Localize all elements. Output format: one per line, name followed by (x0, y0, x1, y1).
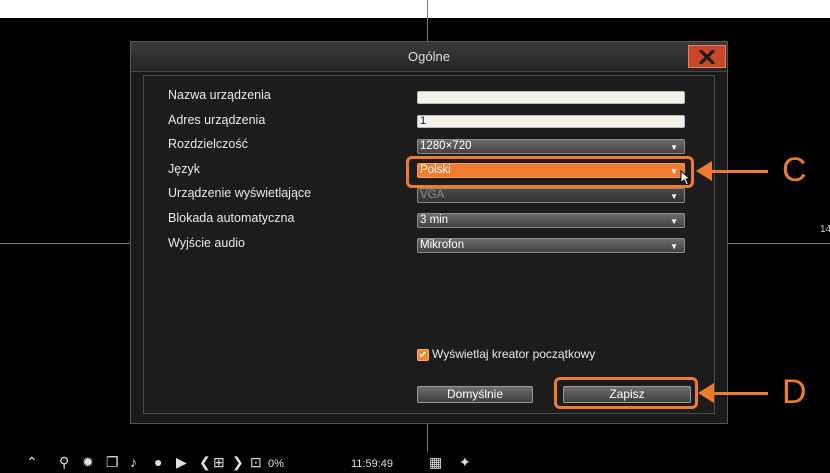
chevron-down-icon: ▼ (670, 143, 678, 152)
callout-label-c: C (782, 151, 807, 189)
chevron-down-icon: ▼ (670, 242, 678, 251)
callout-label-d: D (782, 373, 807, 411)
grid-layout-icon[interactable]: ⊞ (213, 454, 225, 470)
settings-panel: Nazwa urządzenia Adres urządzenia Rozdzi… (143, 75, 715, 414)
auto-lock-label: Blokada automatyczna (168, 211, 295, 225)
device-name-input[interactable] (417, 91, 685, 104)
display-device-select[interactable]: VGA ▼ (417, 188, 685, 203)
startup-wizard-label: Wyświetlaj kreator początkowy (432, 347, 596, 361)
user-icon[interactable]: ⚲ (59, 454, 69, 470)
audio-output-select[interactable]: Mikrofon ▼ (417, 238, 685, 253)
device-name-label: Nazwa urządzenia (168, 88, 271, 102)
close-icon (699, 49, 715, 64)
pin-icon[interactable]: ✦ (459, 454, 471, 470)
auto-lock-select[interactable]: 3 min ▼ (417, 213, 685, 228)
audio-output-value: Mikrofon (420, 239, 465, 251)
grid-line-vertical (427, 422, 428, 452)
qr-code-icon[interactable]: ▦ (429, 454, 442, 470)
auto-lock-value: 3 min (420, 214, 449, 226)
dialog-title: Ogólne (408, 49, 450, 64)
callout-arrow-c (710, 170, 768, 173)
top-strip (0, 0, 830, 18)
device-address-label: Adres urządzenia (168, 113, 266, 127)
prev-page-icon[interactable]: ❮ (199, 454, 211, 470)
clock: 11:59:49 (351, 458, 394, 470)
window-icon[interactable]: ❐ (106, 454, 119, 470)
chevron-down-icon: ▼ (670, 192, 678, 201)
resolution-label: Rozdzielczość (168, 137, 248, 151)
resolution-select[interactable]: 1280×720 ▼ (417, 139, 685, 154)
save-highlight-frame (554, 377, 698, 409)
language-label: Język (168, 162, 200, 176)
callout-arrow-d (712, 392, 768, 395)
play-icon[interactable]: ▶ (176, 454, 187, 470)
chevron-down-icon: ▼ (670, 217, 678, 226)
channel-number: 14 (820, 224, 830, 235)
info-icon[interactable]: ● (154, 454, 162, 470)
callout-arrowhead-d (698, 383, 714, 403)
speaker-icon[interactable]: ♪ (130, 454, 137, 470)
dialog-titlebar: Ogólne (131, 42, 727, 72)
display-device-value: VGA (420, 189, 445, 201)
language-highlight-frame (406, 156, 694, 188)
resolution-value: 1280×720 (420, 140, 472, 152)
audio-output-label: Wyjście audio (168, 236, 246, 250)
display-device-label: Urządzenie wyświetlające (168, 186, 312, 200)
grid-line-horizontal (0, 243, 130, 244)
default-button[interactable]: Domyślnie (417, 386, 533, 403)
callout-arrowhead-c (696, 161, 712, 181)
checkmark-icon: ✔ (418, 349, 428, 361)
settings-icon[interactable]: ✹ (82, 454, 94, 470)
volume-percent: 0% (268, 458, 284, 470)
grid-line-vertical (427, 0, 428, 41)
taskbar (0, 452, 830, 473)
general-settings-dialog: Ogólne Nazwa urządzenia Adres urządzenia… (130, 41, 728, 424)
menu-up-icon[interactable]: ⌃ (26, 454, 38, 470)
next-page-icon[interactable]: ❯ (232, 454, 244, 470)
device-address-input[interactable]: 1 (417, 115, 685, 128)
grid-line-horizontal (726, 243, 830, 244)
close-button[interactable] (688, 45, 726, 68)
hdd-icon: ⊡ (250, 454, 262, 470)
startup-wizard-checkbox[interactable]: ✔ (417, 349, 429, 361)
